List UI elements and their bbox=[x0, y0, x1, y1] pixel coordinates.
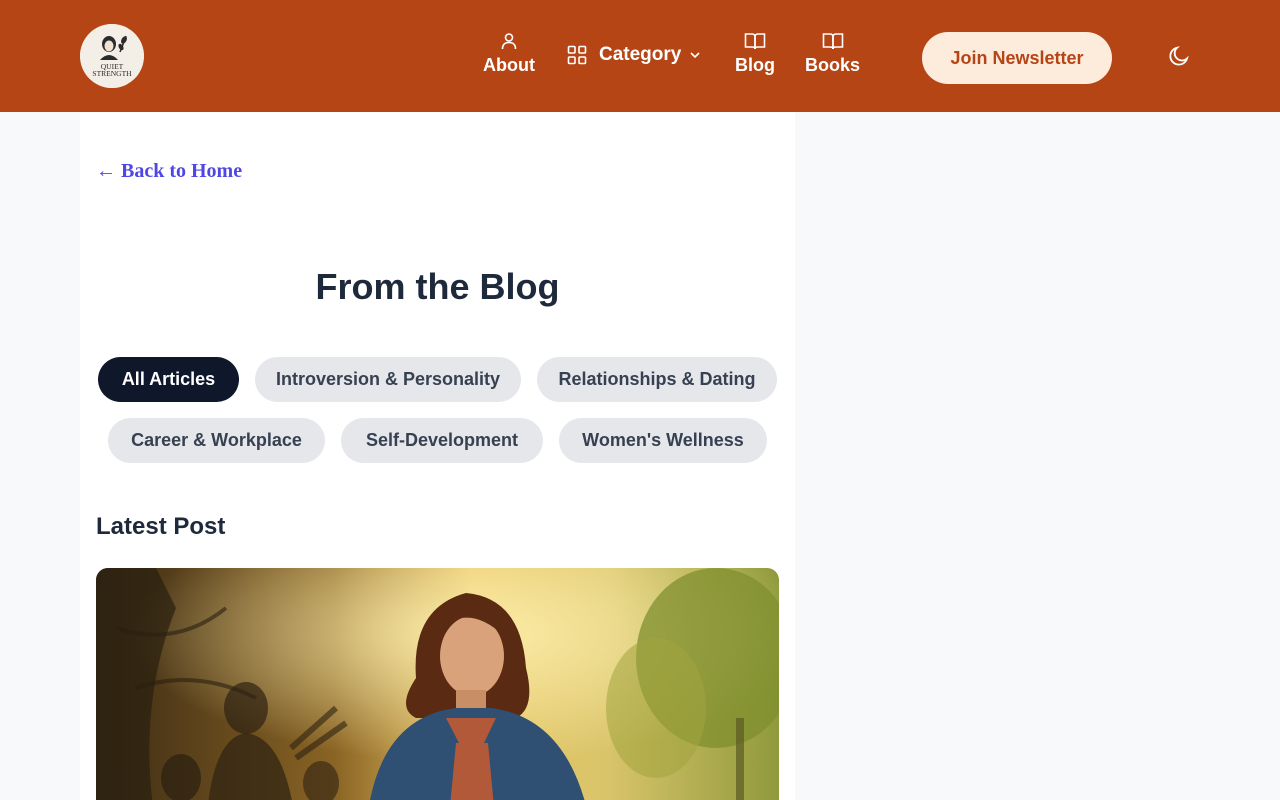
moon-icon[interactable] bbox=[1167, 44, 1191, 68]
nav-about-label: About bbox=[483, 55, 535, 75]
filter-womens-wellness[interactable]: Women's Wellness bbox=[559, 418, 767, 463]
site-header: QUIET STRENGTH About Category Blog Books… bbox=[0, 0, 1280, 112]
filter-introversion-personality[interactable]: Introversion & Personality bbox=[255, 357, 521, 402]
filter-relationships-dating[interactable]: Relationships & Dating bbox=[537, 357, 777, 402]
nav-books[interactable]: Books bbox=[805, 30, 860, 76]
back-to-home-link[interactable]: ← Back to Home bbox=[96, 160, 242, 183]
logo-line-strength: STRENGTH bbox=[92, 69, 132, 78]
filter-self-development[interactable]: Self-Development bbox=[341, 418, 543, 463]
grid-icon bbox=[567, 44, 589, 66]
user-icon bbox=[498, 30, 520, 52]
logo-emblem: QUIET STRENGTH bbox=[80, 24, 144, 88]
page-title: From the Blog bbox=[315, 266, 560, 307]
main-content: ← Back to Home From the Blog All Article… bbox=[80, 112, 795, 800]
latest-post-heading: Latest Post bbox=[96, 513, 226, 540]
book-open-icon bbox=[744, 30, 766, 52]
nav-blog[interactable]: Blog bbox=[735, 30, 775, 76]
latest-post-card[interactable] bbox=[96, 568, 779, 800]
join-newsletter-button[interactable]: Join Newsletter bbox=[922, 32, 1112, 84]
nav-blog-label: Blog bbox=[735, 55, 775, 75]
filter-all-articles[interactable]: All Articles bbox=[98, 357, 239, 402]
nav-books-label: Books bbox=[805, 55, 861, 75]
nav-about[interactable]: About bbox=[483, 30, 535, 76]
latest-post-image bbox=[96, 568, 779, 800]
chevron-down-icon bbox=[689, 49, 701, 61]
site-logo[interactable]: QUIET STRENGTH bbox=[80, 24, 144, 88]
filter-career-workplace[interactable]: Career & Workplace bbox=[108, 418, 325, 463]
nav-category-dropdown[interactable]: Category bbox=[567, 44, 701, 66]
nav-category-label: Category bbox=[599, 44, 682, 65]
book-open-icon bbox=[822, 30, 844, 52]
